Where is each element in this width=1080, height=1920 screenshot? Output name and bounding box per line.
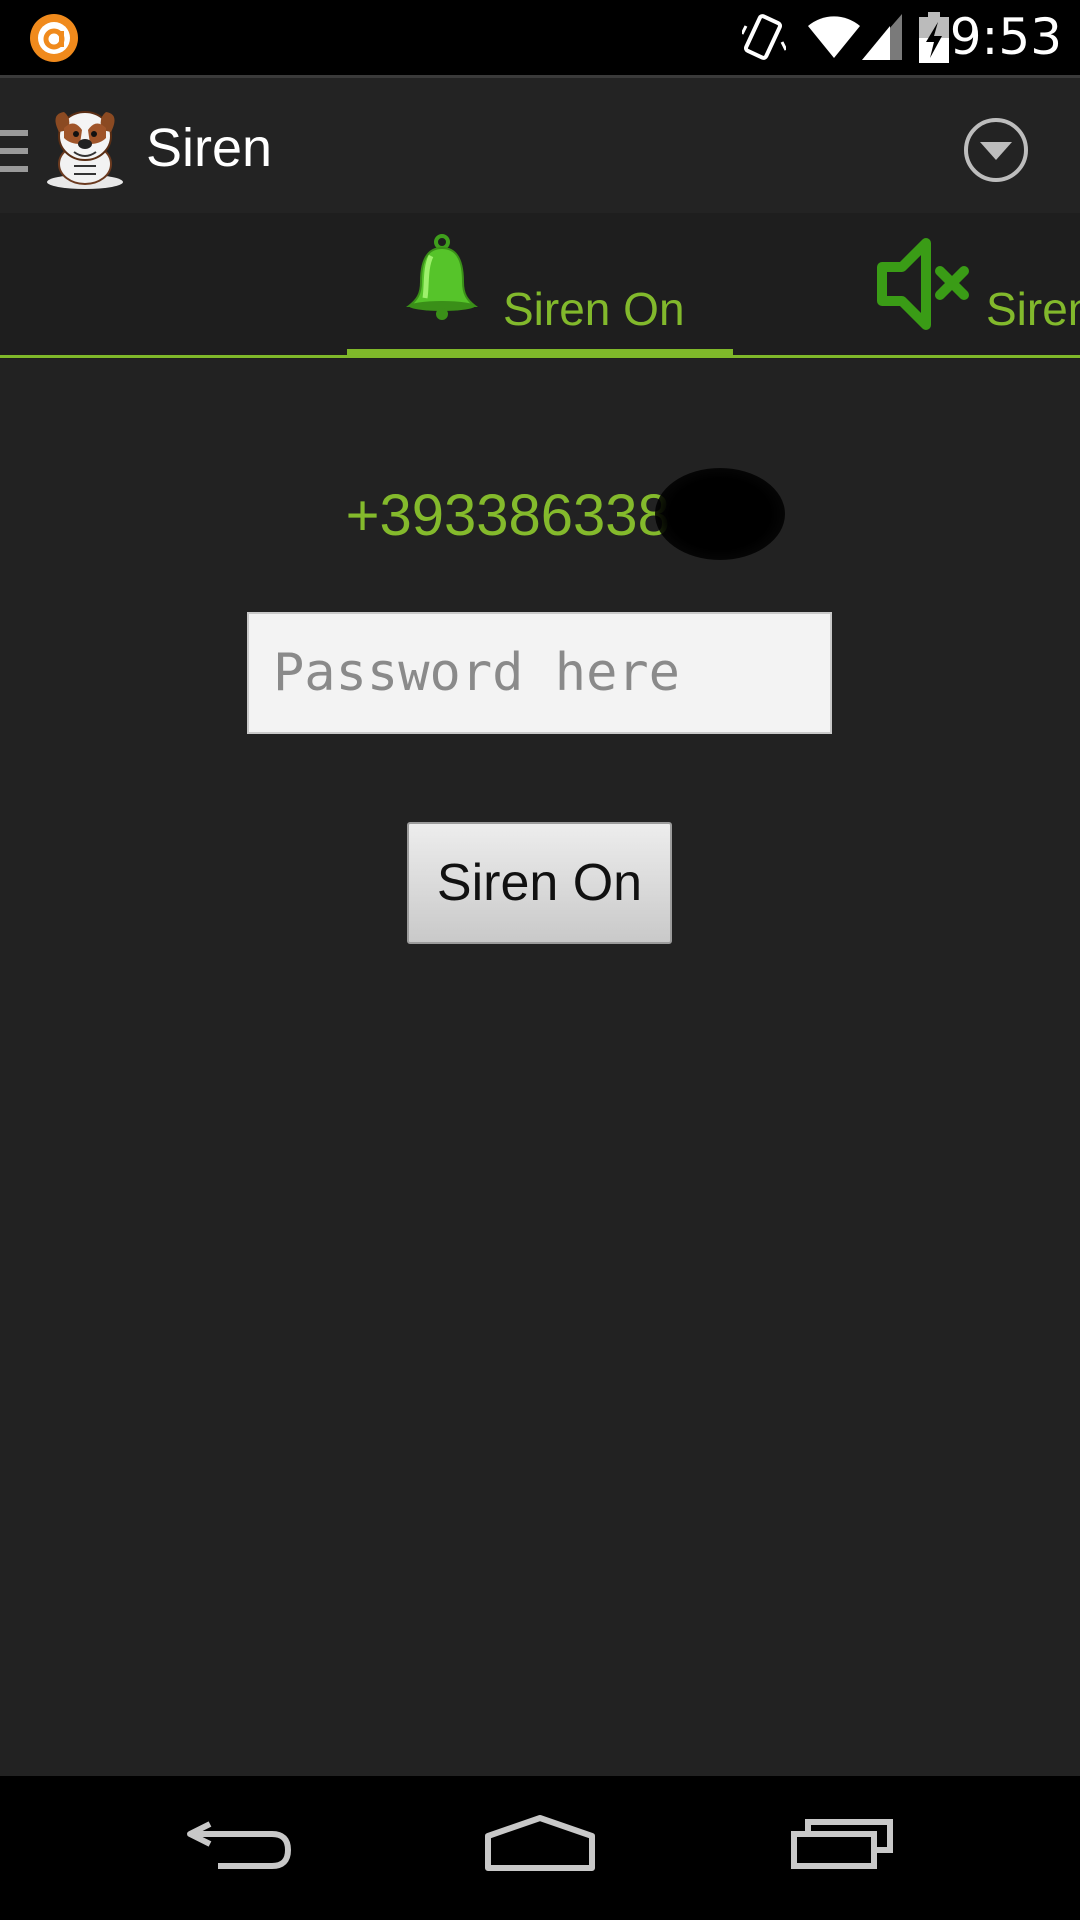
status-time: 9:53 [949, 8, 1062, 66]
password-input[interactable] [247, 612, 832, 734]
overflow-dropdown-icon[interactable] [962, 116, 1030, 184]
wifi-icon [806, 12, 862, 65]
navigation-bar [0, 1776, 1080, 1920]
app-title: Siren [146, 118, 273, 178]
signal-icon [860, 12, 904, 67]
bulldog-logo-icon[interactable] [44, 104, 126, 190]
speaker-mute-icon [876, 233, 976, 338]
phone-number: +39338633890 [345, 483, 735, 548]
siren-on-button[interactable]: Siren On [407, 822, 672, 944]
notification-app-icon [29, 13, 79, 63]
drawer-menu-icon[interactable] [0, 130, 30, 172]
home-icon[interactable] [480, 1806, 600, 1886]
tab-siren-on-label: Siren On [503, 283, 685, 335]
vibrate-icon [740, 12, 788, 69]
redaction-mark [655, 468, 785, 560]
bell-icon [405, 234, 479, 329]
back-icon[interactable] [180, 1806, 300, 1886]
tab-siren-off[interactable]: Siren [870, 228, 1080, 348]
battery-charging-icon [918, 12, 950, 69]
screen: 9:53 Siren Siren On Sire +39338633890 Si… [0, 0, 1080, 1920]
recents-icon[interactable] [782, 1806, 902, 1886]
status-bar: 9:53 [0, 0, 1080, 75]
tab-active-indicator [347, 349, 733, 358]
tab-siren-off-label: Siren [986, 283, 1080, 335]
tab-siren-on[interactable]: Siren On [347, 228, 733, 348]
action-bar: Siren [0, 75, 1080, 213]
